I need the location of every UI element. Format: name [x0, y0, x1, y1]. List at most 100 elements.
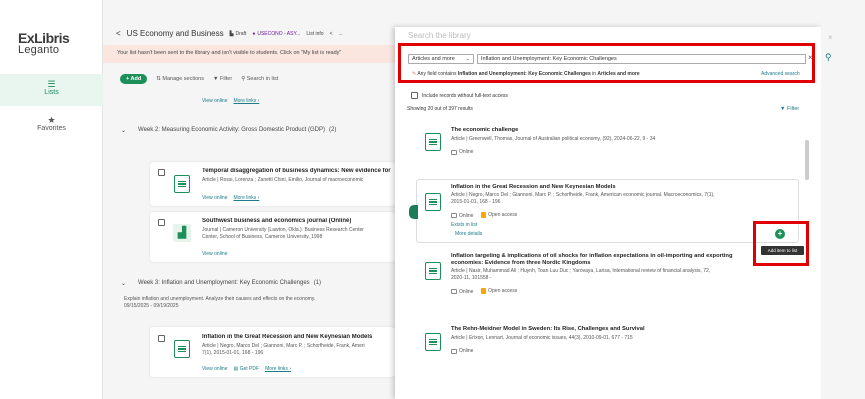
back-button[interactable]: < [116, 29, 121, 38]
item-links: View online More links › [202, 195, 259, 201]
result-meta: Article | Erixon, Lennart, Journal of ec… [451, 335, 633, 341]
filter-button[interactable]: ▼ Filter [213, 76, 232, 82]
search-scope-select[interactable]: Articles and more ⌄ [408, 54, 474, 64]
view-online-link[interactable]: View online [202, 98, 227, 104]
rail-lists-label: Lists [44, 89, 59, 96]
item-checkbox[interactable] [158, 335, 165, 342]
item-links-top: View online More links › [202, 98, 259, 104]
section-dates: 09/15/2025 - 09/19/2025 [124, 303, 179, 309]
filter-button[interactable]: ▼ Filter [780, 106, 799, 112]
online-tag[interactable]: Online [451, 149, 473, 155]
more-links-link[interactable]: More links › [233, 195, 259, 201]
result-title[interactable]: The economic challenge [451, 127, 518, 134]
result-tags: Online Open access [451, 212, 523, 220]
result-title[interactable]: Inflation targeting & implications of oi… [451, 253, 751, 267]
item-meta: Article | Negro, Marco Del ; Giannoni, M… [202, 343, 365, 349]
view-online-link[interactable]: View online [202, 195, 227, 201]
add-button[interactable]: + Add [120, 74, 148, 84]
list-header: < US Economy and Business ▙ Draft ● USECON… [116, 29, 343, 38]
open-access-tag[interactable]: Open access [481, 212, 517, 218]
left-rail [0, 0, 103, 399]
online-icon [451, 289, 457, 294]
section-description: Explain inflation and unemployment. Anal… [124, 296, 316, 302]
item-checkbox[interactable] [158, 169, 165, 176]
more-links-link[interactable]: More links › [233, 98, 259, 104]
result-title[interactable]: Inflation in the Great Recession and New… [451, 184, 616, 191]
item-meta: Center, School of Business, Cameron Univ… [202, 234, 323, 240]
draft-badge: ▙ Draft [229, 30, 247, 37]
online-tag[interactable]: Online [451, 348, 473, 354]
exlibris-leganto-logo[interactable]: ExLibris Leganto [18, 30, 78, 56]
open-access-tag[interactable]: Open access [481, 288, 517, 294]
open-access-icon [481, 288, 487, 294]
online-tag[interactable]: Online [451, 289, 473, 295]
more-details-link[interactable]: More details [455, 231, 482, 238]
filter-icon: ▼ [212, 76, 220, 82]
item-checkbox[interactable] [158, 219, 165, 226]
scrollbar-thumb[interactable] [805, 140, 809, 180]
result-tags: Online Open access [451, 288, 523, 296]
add-item-button[interactable]: + [775, 229, 785, 239]
article-icon [174, 340, 190, 358]
rail-item-favorites[interactable]: ★ Favorites [0, 113, 103, 132]
list-toolbar: + Add ⇅ Manage sections ▼ Filter ⚲ Searc… [103, 72, 395, 86]
item-meta: Journal | Cameron University (Lawton, Ok… [202, 227, 364, 233]
rail-item-lists[interactable]: ☰ Lists [0, 74, 103, 106]
result-meta: Article | Greenwell, Thomas, Journal of … [451, 136, 656, 142]
search-in-list-button[interactable]: ⚲ Search in list [241, 76, 278, 82]
manage-sections-button[interactable]: ⇅ Manage sections [156, 76, 204, 82]
book-icon: ▟ [173, 224, 191, 242]
item-title[interactable]: Inflation in the Great Recession and New… [202, 334, 395, 340]
sparkle-icon: ✎ [412, 71, 417, 77]
more-menu[interactable]: ... [338, 31, 342, 37]
include-records-option[interactable]: Include records without full-text access [411, 92, 508, 99]
online-icon [451, 348, 457, 354]
online-tag[interactable]: Online [451, 213, 473, 219]
page-edge [821, 27, 865, 399]
more-links-link[interactable]: More links › [265, 366, 291, 372]
list-info-link[interactable]: List info [306, 31, 323, 37]
item-links: View online ▤ Get PDF More links › [202, 366, 291, 372]
search-icon[interactable]: ⚲ [825, 52, 832, 63]
result-meta: Article | Negro, Marco Del ; Giannoni, M… [451, 192, 715, 198]
course-chip[interactable]: ● USECONO - ASY... [252, 31, 300, 37]
share-icon[interactable]: < [330, 31, 333, 37]
article-icon [425, 262, 441, 280]
online-icon [451, 149, 457, 155]
star-icon: ★ [47, 115, 56, 125]
query-summary: ✎ Any field contains Inflation and Unemp… [412, 71, 640, 77]
get-pdf-link[interactable]: ▤ Get PDF [233, 366, 259, 372]
result-meta: 2020-11, 101558 - [451, 275, 492, 281]
filter-icon: ▼ [780, 106, 787, 112]
result-title[interactable]: The Rehn-Meidner Model in Sweden: Its Ri… [451, 326, 645, 333]
view-online-link[interactable]: View online [202, 251, 227, 257]
advanced-search-link[interactable]: Advanced search [761, 71, 800, 77]
collapse-chevron-icon: ⌄ [121, 281, 127, 287]
results-count: Showing 20 out of 397 results [407, 106, 473, 112]
open-access-icon [481, 212, 487, 218]
section-week-2[interactable]: ⌄ Week 2: Measuring Economic Activity: G… [121, 127, 336, 134]
exists-in-list-link[interactable]: Exists in list [451, 222, 477, 229]
clear-search-icon[interactable]: × [808, 53, 813, 62]
article-icon [425, 333, 441, 351]
side-handle[interactable] [409, 205, 418, 219]
include-checkbox[interactable] [411, 92, 418, 99]
list-icon: ☰ [47, 79, 56, 89]
collapse-chevron-icon: ⌄ [121, 128, 127, 134]
section-week-3[interactable]: ⌄ Week 3: Inflation and Unemployment: Ke… [121, 280, 321, 287]
item-meta: Article | Rossi, Lorenza ; Zanetti Chini… [202, 177, 364, 183]
list-title: US Economy and Business [126, 29, 224, 38]
view-online-link[interactable]: View online [202, 366, 227, 372]
article-icon [425, 133, 441, 151]
add-item-highlight-box [753, 221, 809, 266]
chevron-down-icon: ⌄ [465, 56, 470, 62]
item-title[interactable]: Southwest business and economics journal… [202, 218, 395, 224]
item-title[interactable]: Temporal disaggregation of business dyna… [202, 168, 395, 174]
search-input[interactable] [477, 54, 806, 64]
item-meta: 7(1), 2015-01-01, 168 - 196 [202, 350, 264, 356]
close-icon[interactable]: × [828, 33, 833, 42]
result-tags: Online [451, 149, 479, 157]
result-tags: Online [451, 348, 479, 356]
result-meta: 2015-01-01, 168 - 196 [451, 199, 501, 205]
result-meta: Article | Nasir, Muhammad Ali ; Huynh, T… [451, 268, 711, 274]
